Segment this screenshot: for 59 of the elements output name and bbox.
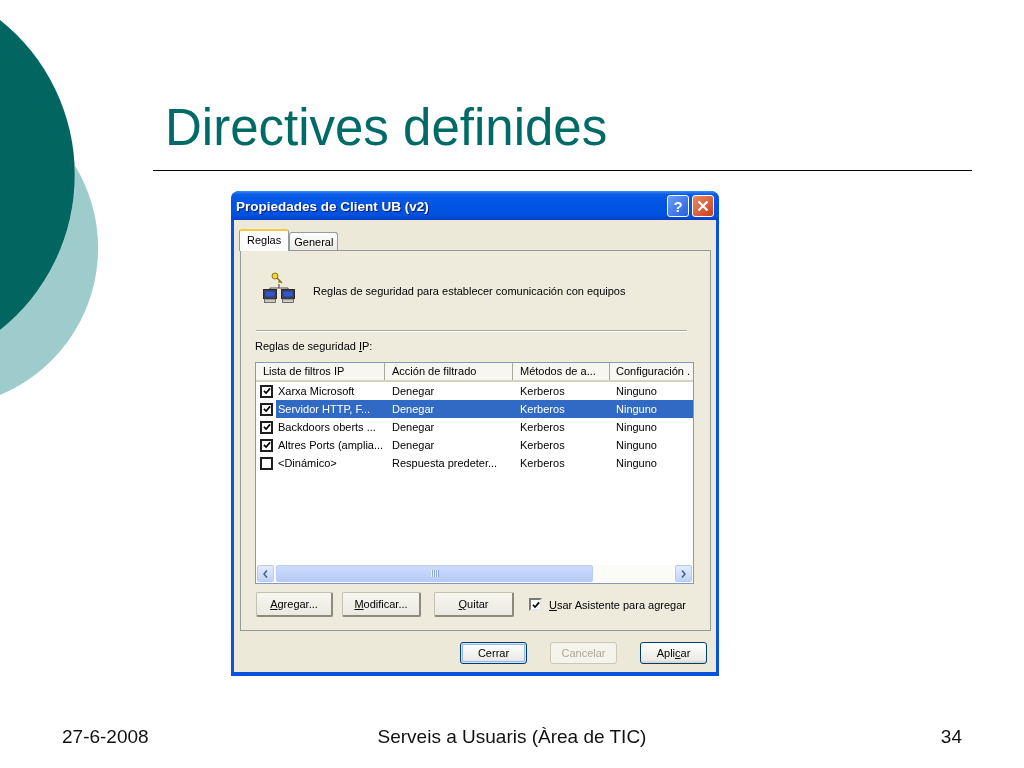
table-cell-text: Denegar [391,384,436,399]
close-icon [697,200,709,212]
close-button[interactable] [692,195,714,217]
table-cell-text: Denegar [391,402,436,417]
chevron-right-icon [681,569,686,578]
computers-key-icon [262,272,296,303]
tab[interactable]: Reglas [239,229,290,251]
table-cell-text: <Dinámico> [277,456,338,471]
checkbox[interactable] [260,420,273,434]
scrollbar-thumb[interactable] [276,565,593,582]
dialog-button[interactable]: Cerrar [460,642,527,664]
list-row[interactable]: Servidor HTTP, F... Denegar Kerberos Ninguno [276,400,693,418]
footer-text: Serveis a Usuaris (Àrea de TIC) [377,727,647,747]
table-cell-text: Kerberos [519,402,566,417]
table-cell-text: Kerberos [519,438,566,453]
table-cell-text: Ninguno [615,438,658,453]
table-cell-text: Ninguno [615,456,658,471]
list-button[interactable]: Quitar [434,592,514,617]
list-row[interactable]: Xarxa Microsoft Denegar Kerberos Ninguno [276,382,693,400]
checkbox[interactable] [260,402,273,416]
scroll-right-button[interactable] [675,565,692,582]
table-cell-text: Ninguno [615,420,658,435]
table-cell-text: Xarxa Microsoft [277,384,356,399]
table-cell-text: Denegar [391,420,436,435]
help-button[interactable]: ? [667,195,689,217]
list-button[interactable]: Agregar... [256,592,333,617]
tab[interactable]: General [289,232,339,250]
column-header[interactable]: Acción de filtrado [385,363,513,380]
checkbox[interactable] [260,438,273,452]
checkbox[interactable] [260,456,273,470]
window-title: Propiedades de Client UB (v2) [236,198,430,214]
table-cell-text: Servidor HTTP, F... [277,402,372,417]
column-header[interactable]: Lista de filtros IP [256,363,385,380]
dialog-button[interactable]: Aplicar [640,642,707,664]
description-text: Reglas de seguridad para establecer comunicación con equipos [313,285,626,297]
list-row[interactable]: Backdoors oberts ... Denegar Kerberos Ninguno [276,418,693,436]
list-button[interactable]: Modificar... [342,592,421,617]
list-row[interactable]: <Dinámico> Respuesta predeter... Kerberos Ninguno [276,454,693,472]
list-label: Reglas de seguridad IP: [255,340,373,353]
table-cell-text: Ninguno [615,402,658,417]
table-cell-text: Respuesta predeter... [391,456,499,471]
slide-title: Directives definides [165,98,608,157]
table-cell-text: Kerberos [519,384,566,399]
checkbox-label[interactable]: Usar Asistente para agregar [549,598,686,611]
page-number: 34 [940,727,962,747]
table-cell-text: Altres Ports (amplia... [277,438,385,453]
footer-date: 27-6-2008 [62,727,149,747]
table-cell-text: Backdoors oberts ... [277,420,377,435]
table-cell-text: Kerberos [519,456,566,471]
chevron-left-icon [263,569,268,578]
table-cell-text: Kerberos [519,420,566,435]
checkbox[interactable] [529,598,542,611]
list-row[interactable]: Altres Ports (amplia... Denegar Kerberos Ninguno [276,436,693,454]
column-header[interactable]: Configuración . [610,363,693,380]
table-cell-text: Ninguno [615,384,658,399]
scroll-left-button[interactable] [257,565,274,582]
column-header[interactable]: Métodos de a... [513,363,610,380]
table-cell-text: Denegar [391,438,436,453]
checkbox[interactable] [260,384,273,398]
